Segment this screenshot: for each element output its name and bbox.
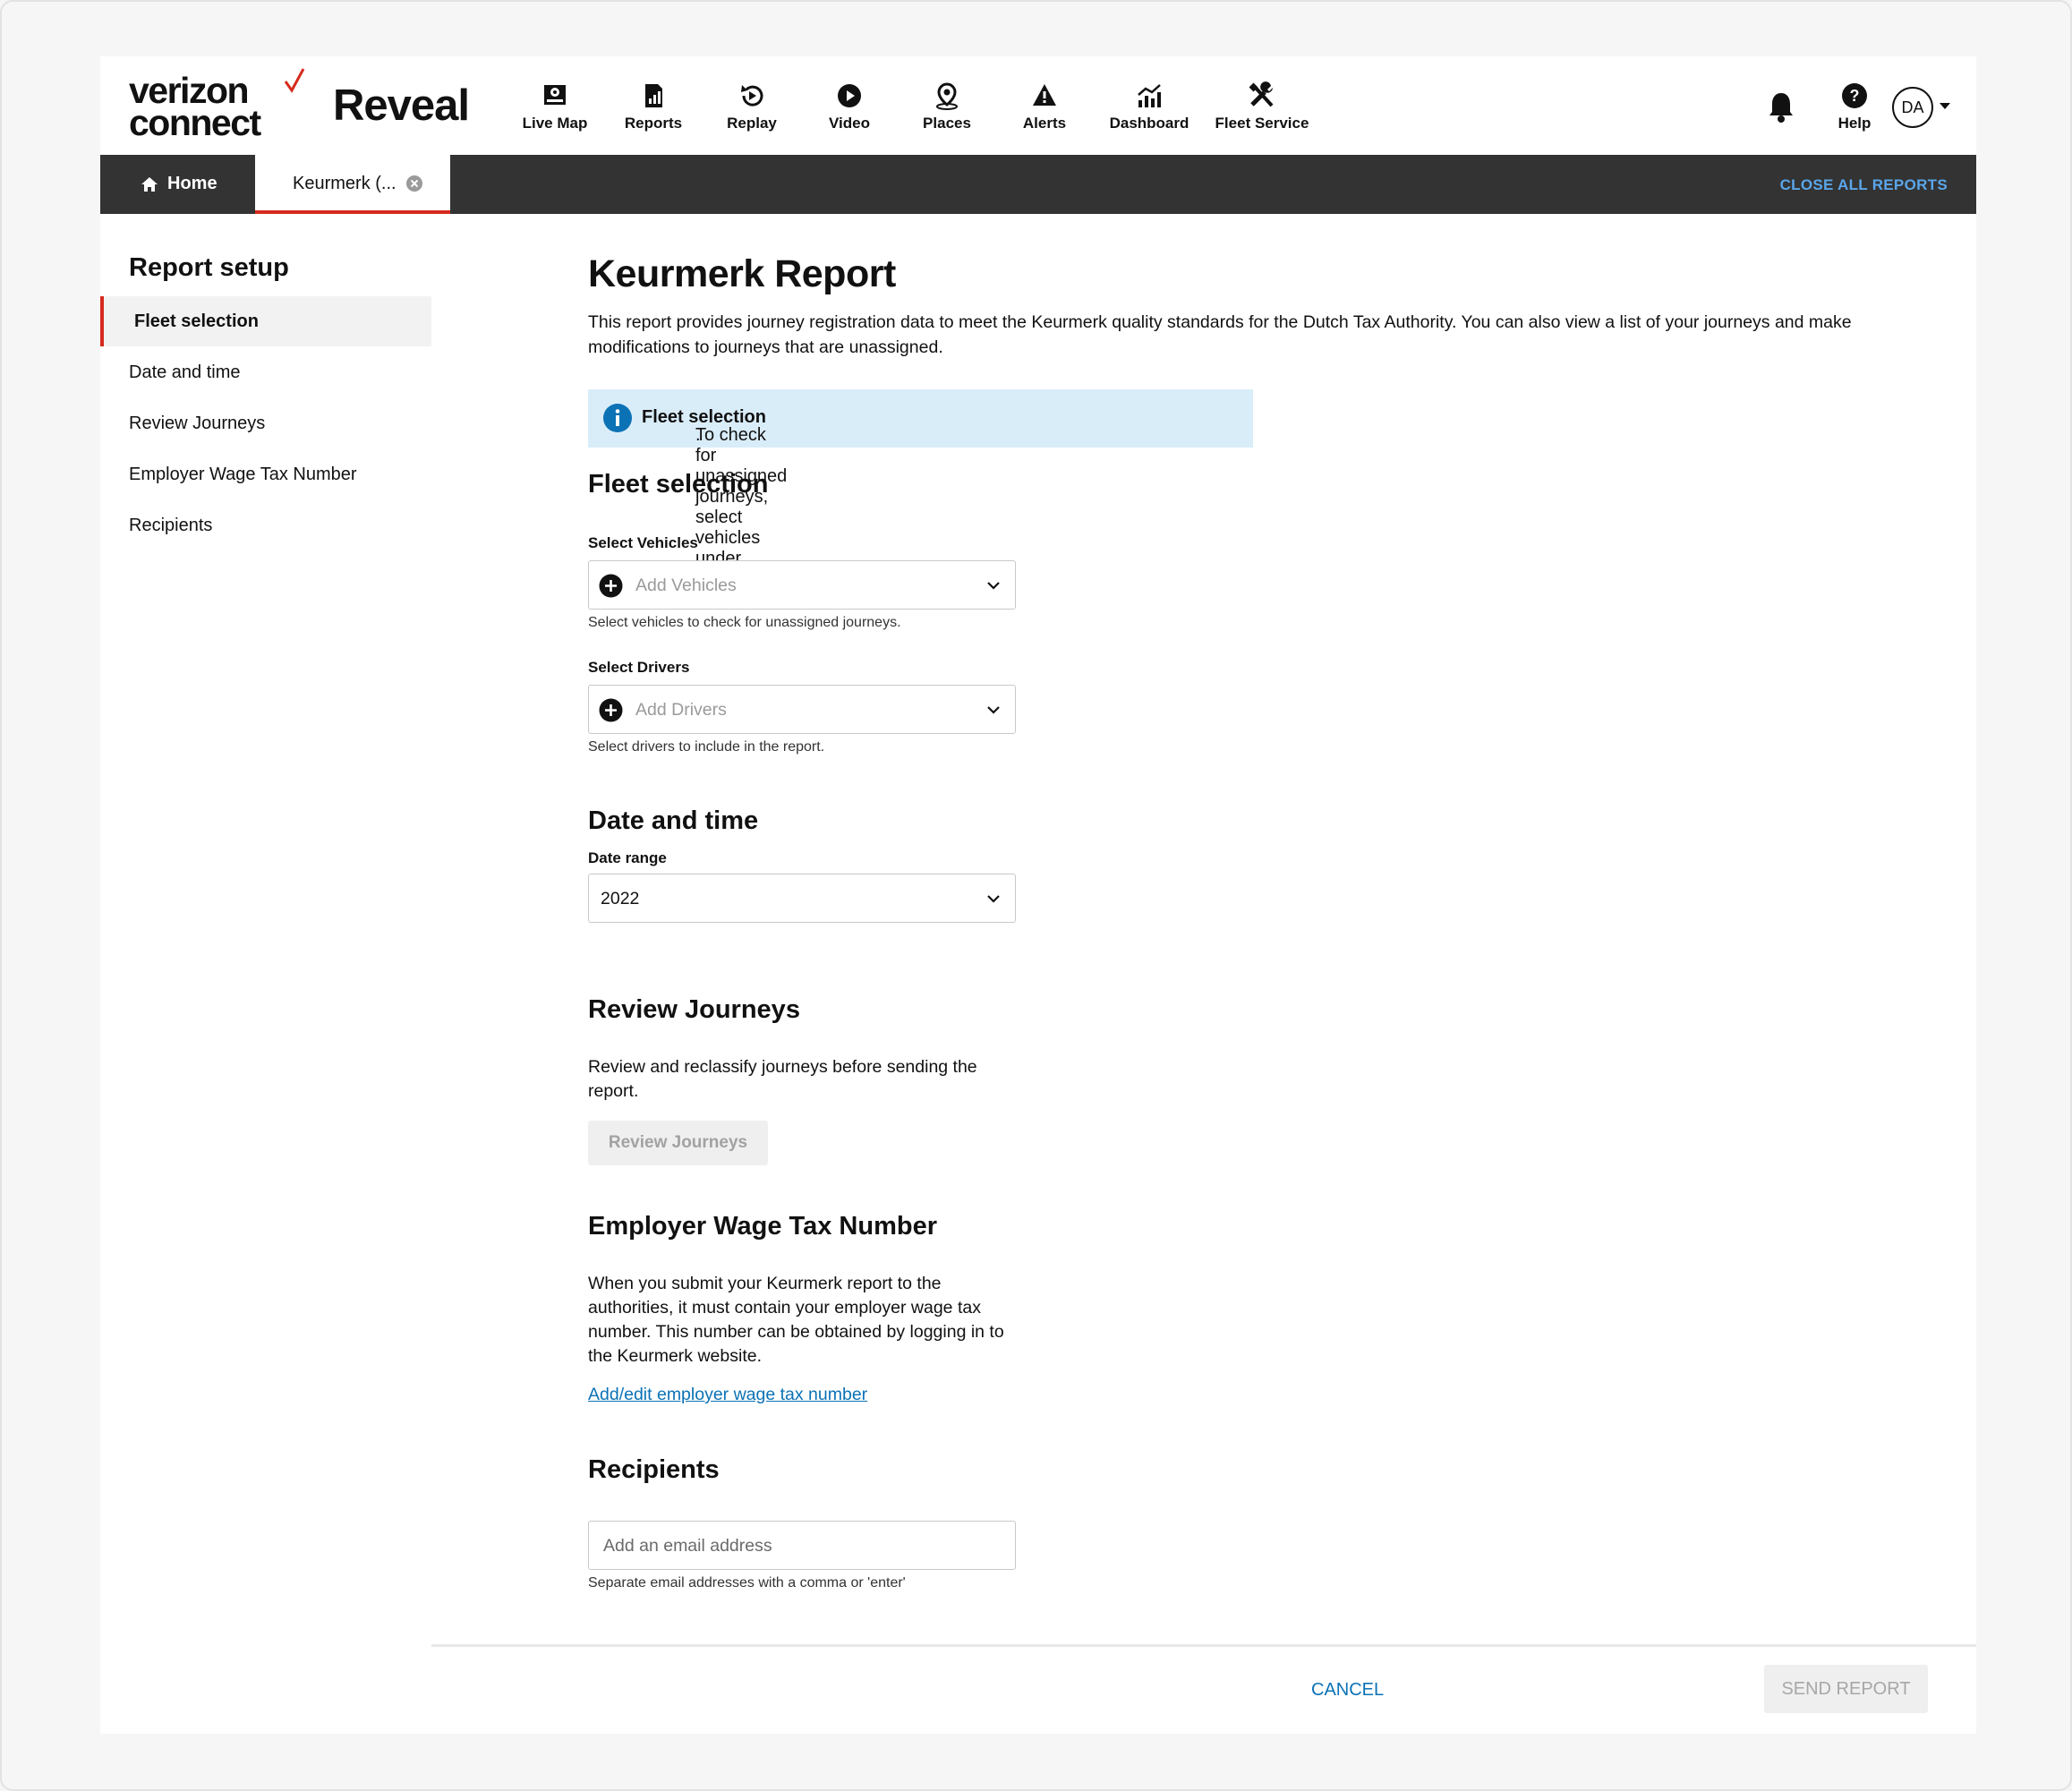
user-avatar[interactable]: DA: [1892, 87, 1933, 128]
nav-label: Live Map: [522, 115, 588, 132]
chevron-down-icon: [987, 582, 1000, 590]
review-journeys-button[interactable]: Review Journeys: [588, 1121, 768, 1165]
tab-home-label: Home: [167, 174, 217, 193]
report-description: This report provides journey registratio…: [588, 312, 1852, 357]
nav-replay[interactable]: Replay: [720, 81, 784, 136]
tab-home[interactable]: Home: [100, 155, 255, 214]
report-setup-sidebar: Report setup Fleet selection Date and ti…: [100, 214, 431, 917]
top-nav: verizon connect Reveal Live Map Reports: [100, 56, 1976, 155]
video-icon: [838, 84, 861, 107]
info-icon: [603, 404, 632, 432]
dashboard-icon: [1138, 84, 1161, 107]
notifications-bell-icon[interactable]: [1766, 89, 1796, 124]
nav-label: Alerts: [1022, 115, 1067, 132]
nav-places[interactable]: Places: [915, 81, 979, 136]
chevron-down-icon: [987, 895, 1000, 903]
send-report-button[interactable]: SEND REPORT: [1764, 1665, 1928, 1713]
nav-alerts[interactable]: Alerts: [1013, 81, 1076, 136]
home-icon: [141, 177, 158, 192]
date-range-value: 2022: [601, 889, 640, 908]
add-edit-wage-tax-link[interactable]: Add/edit employer wage tax number: [588, 1385, 867, 1405]
select-vehicles-label: Select Vehicles: [588, 534, 698, 551]
review-journeys-text: Review and reclassify journeys before se…: [588, 1057, 977, 1101]
drivers-select[interactable]: Add Drivers: [588, 685, 1016, 734]
report-tab-bar: Home Keurmerk (... CLOSE ALL REPORTS: [100, 155, 1976, 214]
tab-report-label: Keurmerk (...: [293, 174, 396, 193]
sidebar-item-review-journeys[interactable]: Review Journeys: [100, 398, 431, 448]
reports-icon: [645, 84, 662, 107]
sidebar-item-date-and-time[interactable]: Date and time: [100, 347, 431, 397]
nav-dashboard[interactable]: Dashboard: [1106, 81, 1192, 136]
date-range-label: Date range: [588, 849, 667, 866]
info-text: To check for unassigned journeys, select…: [642, 407, 788, 568]
info-banner: To check for unassigned journeys, select…: [588, 389, 1253, 568]
cancel-button[interactable]: CANCEL: [1311, 1680, 1384, 1701]
chevron-down-icon: [987, 706, 1000, 714]
add-icon: [599, 698, 623, 722]
svg-text:?: ?: [1850, 87, 1860, 105]
action-footer: [431, 1644, 1976, 1734]
employer-wage-tax-heading: Employer Wage Tax Number: [588, 1212, 937, 1241]
logo-line-2: connect: [129, 102, 261, 143]
help-label: Help: [1838, 115, 1872, 132]
email-input[interactable]: Add an email address: [588, 1521, 1016, 1570]
vehicles-select[interactable]: Add Vehicles: [588, 560, 1016, 610]
drivers-placeholder: Add Drivers: [635, 700, 727, 720]
nav-reports[interactable]: Reports: [619, 81, 687, 136]
tab-keurmerk-report[interactable]: Keurmerk (...: [255, 155, 450, 214]
product-name: Reveal: [333, 81, 470, 130]
avatar-dropdown-caret-icon[interactable]: [1940, 103, 1950, 109]
page-title: Keurmerk Report: [588, 252, 896, 295]
employer-wage-tax-text: When you submit your Keurmerk report to …: [588, 1274, 1004, 1366]
sidebar-title: Report setup: [129, 253, 289, 282]
date-and-time-heading: Date and time: [588, 806, 759, 835]
add-icon: [599, 574, 623, 598]
nav-live-map[interactable]: Live Map: [519, 81, 591, 136]
help-button[interactable]: ? Help: [1828, 81, 1881, 132]
report-form: Keurmerk Report This report provides jou…: [588, 214, 1931, 1592]
replay-icon: [741, 85, 763, 107]
close-tab-icon[interactable]: [405, 174, 424, 193]
nav-label: Places: [923, 115, 971, 132]
live-map-icon: [544, 85, 566, 105]
nav-video[interactable]: Video: [818, 81, 881, 136]
recipients-heading: Recipients: [588, 1455, 720, 1484]
email-placeholder: Add an email address: [603, 1536, 772, 1556]
app: verizon connect Reveal Live Map Reports: [100, 56, 1976, 1734]
sidebar-item-employer-wage-tax-number[interactable]: Employer Wage Tax Number: [100, 449, 431, 499]
sidebar-item-fleet-selection[interactable]: Fleet selection: [100, 296, 431, 346]
alerts-icon: [1033, 84, 1056, 106]
nav-label: Reports: [624, 115, 683, 132]
vehicles-help-text: Select vehicles to check for unassigned …: [588, 615, 901, 630]
vehicles-placeholder: Add Vehicles: [635, 576, 737, 595]
places-icon: [936, 82, 958, 110]
help-icon: ?: [1842, 83, 1867, 108]
nav-label: Video: [829, 115, 870, 132]
nav-label: Dashboard: [1109, 115, 1189, 132]
verizon-connect-logo[interactable]: verizon connect: [129, 68, 305, 143]
review-journeys-heading: Review Journeys: [588, 995, 800, 1024]
nav-fleet-service[interactable]: Fleet Service: [1210, 81, 1314, 136]
fleet-service-icon: [1249, 81, 1274, 107]
sidebar-item-recipients[interactable]: Recipients: [100, 500, 431, 550]
logo-check-icon: [284, 68, 305, 93]
nav-label: Replay: [727, 115, 777, 132]
recipients-help-text: Separate email addresses with a comma or…: [588, 1575, 906, 1591]
fleet-selection-heading: Fleet selection: [588, 470, 769, 499]
close-all-reports-button[interactable]: CLOSE ALL REPORTS: [1780, 176, 1948, 194]
nav-label: Fleet Service: [1215, 115, 1309, 132]
drivers-help-text: Select drivers to include in the report.: [588, 739, 825, 755]
date-range-select[interactable]: 2022: [588, 874, 1016, 923]
select-drivers-label: Select Drivers: [588, 659, 690, 676]
